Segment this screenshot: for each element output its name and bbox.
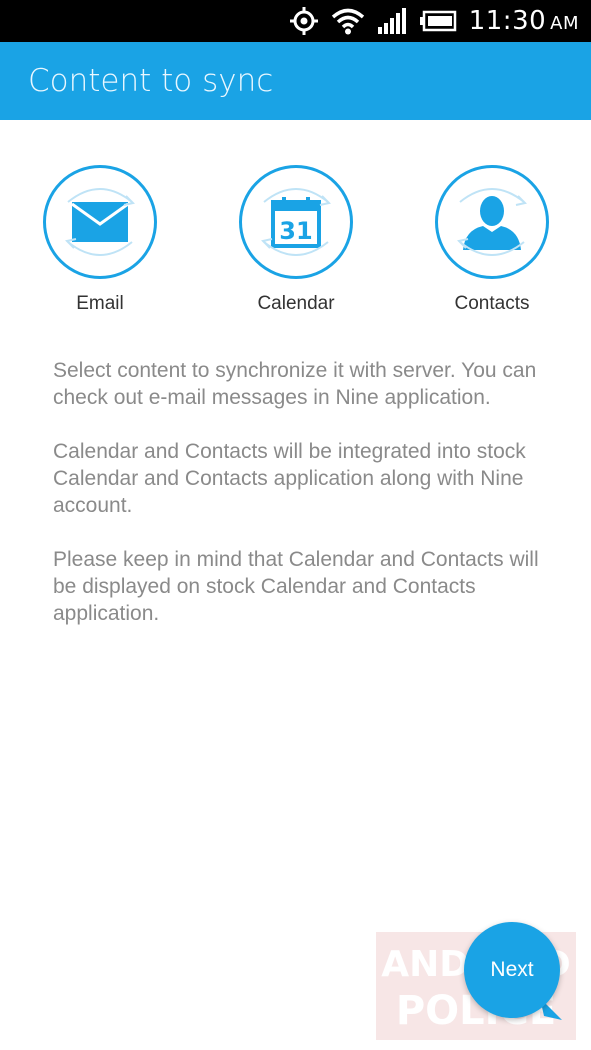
clock: 11:30 AM (468, 6, 579, 36)
status-bar: 11:30 AM (0, 0, 591, 42)
battery-icon (419, 10, 457, 32)
wifi-icon (331, 7, 365, 35)
description-paragraph: Calendar and Contacts will be integrated… (53, 440, 526, 517)
page-title: Content to sync (28, 63, 274, 99)
sync-arrows-icon (65, 188, 135, 256)
description-paragraph: Select content to synchronize it with se… (53, 359, 537, 409)
signal-icon (377, 7, 407, 35)
gps-icon (289, 6, 319, 36)
description-paragraph: Please keep in mind that Calendar and Co… (53, 548, 539, 625)
app-bar: Content to sync (0, 42, 591, 120)
sync-arrows-icon (261, 188, 331, 256)
sync-toggle-email[interactable]: Email (30, 165, 170, 315)
sync-label-email: Email (76, 293, 124, 314)
sync-toggle-calendar[interactable]: 31 Calendar (226, 165, 366, 315)
next-button[interactable]: Next (464, 922, 560, 1018)
sync-description: Select content to synchronize it with se… (53, 357, 553, 654)
sync-label-contacts: Contacts (454, 293, 530, 314)
sync-arrows-icon (457, 188, 527, 256)
sync-circle: 31 (239, 165, 353, 279)
sync-content-options: Email 31 Calendar Contacts (0, 165, 591, 325)
sync-circle (435, 165, 549, 279)
sync-toggle-contacts[interactable]: Contacts (422, 165, 562, 315)
sync-circle (43, 165, 157, 279)
sync-label-calendar: Calendar (257, 293, 335, 314)
